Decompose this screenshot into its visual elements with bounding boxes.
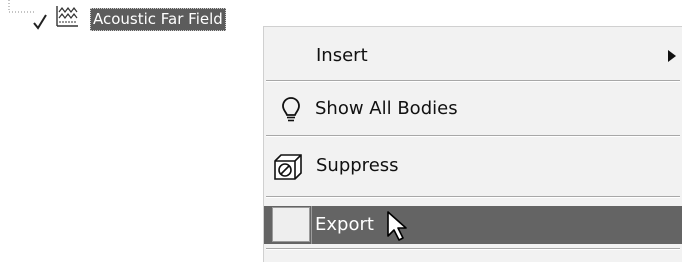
suppress-body-icon (274, 154, 302, 180)
menu-item-show-all-bodies[interactable]: Show All Bodies (264, 85, 682, 133)
context-menu: Insert Show All Bodies Suppress Export (263, 26, 682, 262)
tree-node-label[interactable]: Acoustic Far Field (90, 8, 226, 31)
arrow-cursor-icon (387, 211, 407, 241)
waveform-chart-icon[interactable] (55, 5, 79, 27)
menu-item-export[interactable]: Export (264, 206, 682, 244)
menu-item-label: Export (315, 214, 374, 235)
tree-connector (8, 0, 34, 13)
menu-separator (266, 248, 680, 250)
blank-icon-box (272, 207, 310, 242)
menu-item-insert[interactable]: Insert (264, 33, 682, 79)
menu-item-label: Show All Bodies (315, 98, 458, 119)
check-icon (33, 14, 47, 30)
menu-separator (266, 196, 680, 198)
menu-icon-divider (311, 206, 312, 244)
lightbulb-icon (282, 97, 300, 122)
menu-separator (266, 135, 680, 137)
menu-item-label: Suppress (316, 155, 399, 176)
menu-item-label: Insert (316, 45, 368, 66)
menu-separator (266, 80, 680, 82)
menu-item-suppress[interactable]: Suppress (264, 139, 682, 193)
caret-right-icon (668, 50, 676, 62)
